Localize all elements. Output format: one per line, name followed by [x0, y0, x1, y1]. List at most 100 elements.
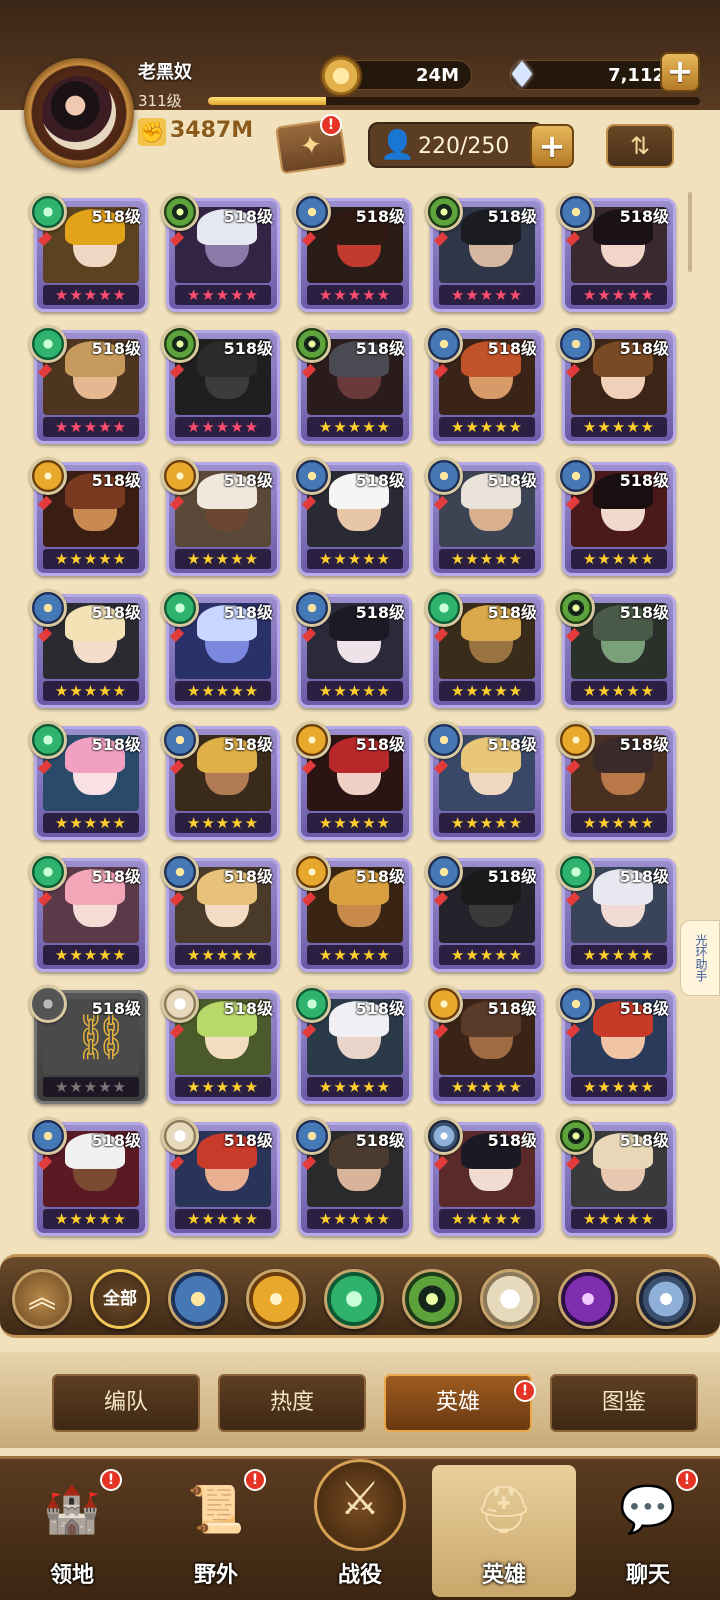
hero-card[interactable]: 518级 ★★★★★	[161, 457, 280, 576]
filter-tech-icon[interactable]	[636, 1269, 696, 1329]
hero-card[interactable]: 518级 ★★★★★	[293, 325, 412, 444]
faction-star-icon	[293, 457, 331, 495]
hero-level: 518级	[223, 339, 273, 358]
filter-star-icon[interactable]	[168, 1269, 228, 1329]
subtab-3[interactable]: 英雄	[384, 1374, 532, 1432]
hero-level: 518级	[619, 339, 669, 358]
subtab-2[interactable]: 热度	[218, 1374, 366, 1432]
scrollbar[interactable]	[688, 192, 692, 272]
hero-card[interactable]: 518级 ★★★★★	[161, 985, 280, 1104]
chat-bubble-icon: 💬	[619, 1482, 677, 1536]
hero-card[interactable]: 518级 ★★★★★	[29, 193, 148, 312]
hero-card[interactable]: 518级 ★★★★★	[293, 589, 412, 708]
hero-stars: ★★★★★	[43, 285, 139, 305]
filter-light-icon[interactable]	[480, 1269, 540, 1329]
hero-card[interactable]: 518级 ★★★★★	[29, 721, 148, 840]
add-gems-button[interactable]: +	[660, 52, 700, 92]
hero-card[interactable]: 518级 ★★★★★	[557, 325, 676, 444]
sub-tabs: 编队 热度 英雄! 图鉴	[0, 1352, 720, 1448]
hero-card[interactable]: 518级 ★★★★★	[29, 457, 148, 576]
faction-star-icon	[293, 589, 331, 627]
hero-stars: ★★★★★	[175, 681, 271, 701]
hero-card[interactable]: 518级 ★★★★★	[557, 589, 676, 708]
filter-nature-icon[interactable]	[324, 1269, 384, 1329]
hero-stars: ★★★★★	[571, 945, 667, 965]
assistant-side-tab[interactable]: 光环助手	[680, 920, 720, 996]
hero-level: 518级	[355, 207, 405, 226]
hero-card[interactable]: 518级 ★★★★★	[29, 853, 148, 972]
nav-badge: !	[244, 1469, 266, 1491]
hero-level: 518级	[355, 867, 405, 886]
hero-card[interactable]: 518级 ★★★★★	[293, 457, 412, 576]
nav-item-1[interactable]: 🏰 领地!	[0, 1465, 144, 1597]
hero-card[interactable]: 518级 ★★★★★	[293, 193, 412, 312]
hero-card[interactable]: 518级 ★★★★★	[161, 1117, 280, 1236]
hero-card[interactable]: 518级 ★★★★★	[161, 325, 280, 444]
expand-capacity-button[interactable]: +	[530, 124, 574, 168]
hero-card[interactable]: 518级 ★★★★★	[29, 589, 148, 708]
faction-star-icon	[557, 457, 595, 495]
faction-star-icon	[293, 193, 331, 231]
hero-card[interactable]: 518级 ★★★★★	[425, 193, 544, 312]
hero-card[interactable]: 518级 ★★★★★	[425, 325, 544, 444]
hero-level: 518级	[223, 735, 273, 754]
hero-level: 518级	[487, 603, 537, 622]
hero-level: 518级	[487, 1131, 537, 1150]
sort-button[interactable]: ⇅	[606, 124, 674, 168]
subtab-1[interactable]: 编队	[52, 1374, 200, 1432]
hero-card[interactable]: 518级 ★★★★★	[425, 457, 544, 576]
hero-card[interactable]: 518级 ★★★★★	[557, 853, 676, 972]
hero-card[interactable]: 518级 ★★★★★	[557, 457, 676, 576]
hero-level: 518级	[355, 999, 405, 1018]
hero-level: 518级	[487, 471, 537, 490]
hero-card[interactable]: 518级 ★★★★★	[557, 985, 676, 1104]
hero-card[interactable]: 518级 ★★★★★	[29, 1117, 148, 1236]
filter-dark-icon[interactable]	[558, 1269, 618, 1329]
faction-eye-icon	[161, 193, 199, 231]
hero-card[interactable]: 518级 ★★★★★	[29, 325, 148, 444]
faction-star-icon	[425, 853, 463, 891]
player-level: 311级	[138, 92, 182, 110]
hero-card[interactable]: 518级 ★★★★★	[425, 721, 544, 840]
hero-stars: ★★★★★	[571, 681, 667, 701]
hero-card[interactable]: 518级 ★★★★★	[161, 193, 280, 312]
nav-item-5[interactable]: 💬 聊天!	[576, 1465, 720, 1597]
hero-card[interactable]: 518级 ★★★★★	[425, 589, 544, 708]
nav-item-3[interactable]: ⚔ 战役	[288, 1459, 432, 1597]
hero-card[interactable]: 518级 ★★★★★	[425, 1117, 544, 1236]
faction-star-icon	[161, 721, 199, 759]
hero-card[interactable]: 518级 ★★★★★	[161, 721, 280, 840]
hero-card[interactable]: 518级 ★★★★★	[425, 853, 544, 972]
hero-level: 518级	[619, 867, 669, 886]
collapse-filter-button[interactable]: ︽	[12, 1269, 72, 1329]
person-icon: 👤	[380, 128, 415, 161]
hero-stars: ★★★★★	[307, 1077, 403, 1097]
hero-card[interactable]: 518级 ★★★★★	[557, 193, 676, 312]
faction-sun-icon	[29, 457, 67, 495]
hero-card-locked[interactable]: ⛓ 518级 ★★★★★	[29, 985, 148, 1104]
hero-stars: ★★★★★	[307, 285, 403, 305]
faction-sun-icon	[425, 985, 463, 1023]
faction-star-icon	[29, 1117, 67, 1155]
subtab-4[interactable]: 图鉴	[550, 1374, 698, 1432]
hero-card[interactable]: 518级 ★★★★★	[161, 853, 280, 972]
hero-card[interactable]: 518级 ★★★★★	[293, 1117, 412, 1236]
nav-item-4[interactable]: ⛑ 英雄	[432, 1465, 576, 1597]
hero-card[interactable]: 518级 ★★★★★	[293, 853, 412, 972]
hero-stars: ★★★★★	[571, 285, 667, 305]
player-avatar[interactable]	[24, 58, 134, 168]
fist-power-icon: ✊	[138, 118, 166, 146]
hero-card[interactable]: 518级 ★★★★★	[557, 721, 676, 840]
hero-card[interactable]: 518级 ★★★★★	[425, 985, 544, 1104]
faction-nature-icon	[29, 853, 67, 891]
hero-card[interactable]: 518级 ★★★★★	[161, 589, 280, 708]
hero-card[interactable]: 518级 ★★★★★	[293, 721, 412, 840]
nav-item-2[interactable]: 📜 野外!	[144, 1465, 288, 1597]
hero-card[interactable]: 518级 ★★★★★	[293, 985, 412, 1104]
filter-eye-icon[interactable]	[402, 1269, 462, 1329]
hero-card[interactable]: 518级 ★★★★★	[557, 1117, 676, 1236]
filter-all-button[interactable]: 全部	[90, 1269, 150, 1329]
hero-stars: ★★★★★	[571, 813, 667, 833]
hero-level: 518级	[487, 339, 537, 358]
filter-sun-icon[interactable]	[246, 1269, 306, 1329]
